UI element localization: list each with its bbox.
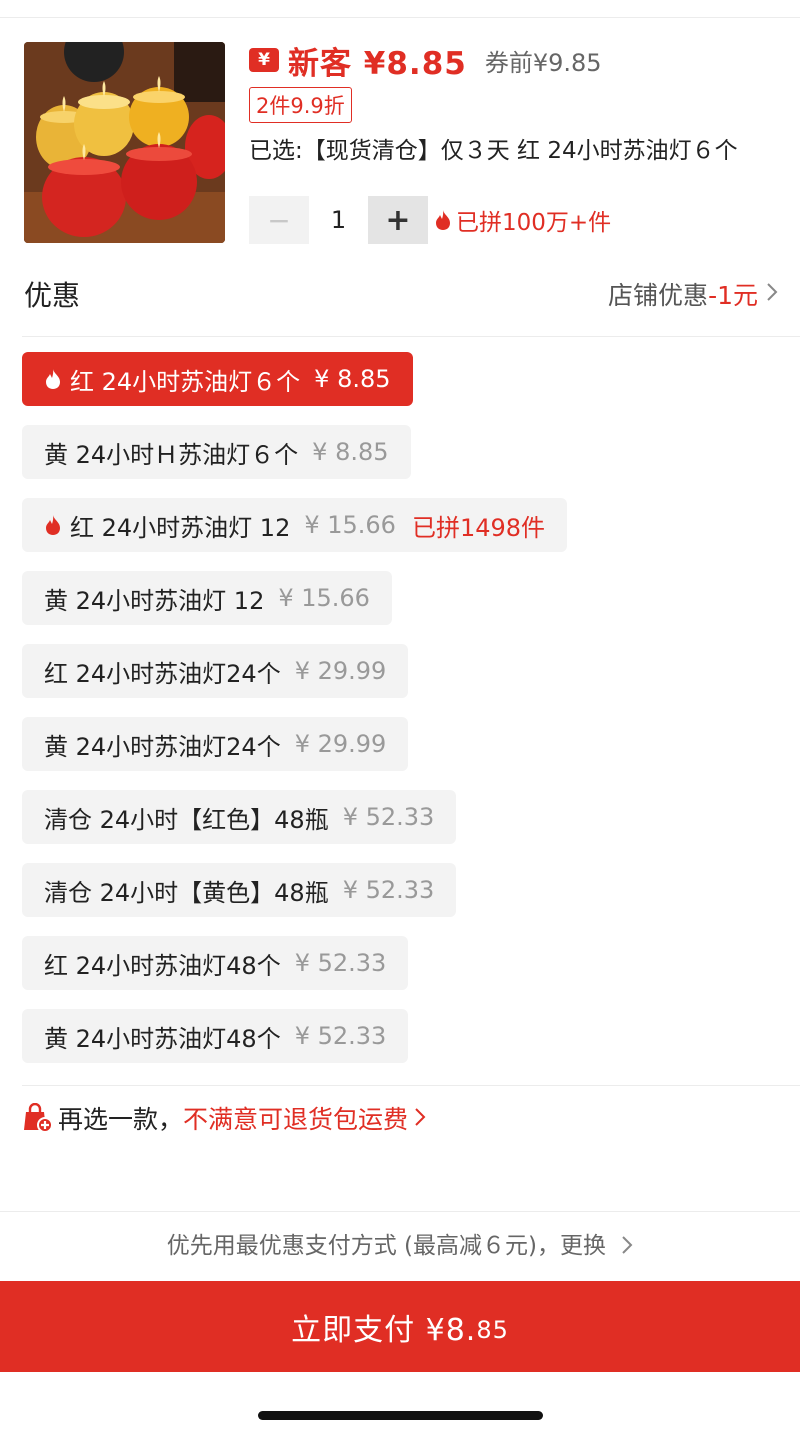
sku-option[interactable]: 黄 24小时苏油灯48个 ¥ 52.33 [22, 1009, 409, 1063]
sku-price: ¥ 52.33 [342, 876, 435, 904]
selected-variant-text: 已选:【现货清仓】仅３天 红 24小时苏油灯６个 [249, 138, 738, 164]
sku-label: 红 24小时苏油灯６个 [70, 367, 301, 396]
sku-option[interactable]: 红 24小时苏油灯48个 ¥ 52.33 [22, 936, 409, 990]
sku-option[interactable]: 红 24小时苏油灯６个 ¥ 8.85 [22, 352, 413, 406]
discount-tag: 2件9.9折 [249, 87, 352, 123]
store-discount-link[interactable]: 店铺优惠 -1元 [608, 276, 778, 312]
sku-price: ¥ 29.99 [294, 657, 387, 685]
sku-option[interactable]: 黄 24小时苏油灯 12 ¥ 15.66 [22, 571, 392, 625]
sku-label: 黄 24小时苏油灯24个 [44, 732, 281, 761]
payment-method-text: 优先用最优惠支付方式 (最高减６元)，更换 [166, 1233, 606, 1259]
sku-option[interactable]: 清仓 24小时【红色】48瓶 ¥ 52.33 [22, 790, 457, 844]
sku-price: ¥ 52.33 [294, 949, 387, 977]
sku-price: ¥ 8.85 [312, 438, 389, 466]
top-divider [0, 17, 800, 18]
pay-button-label: 立即支付 ¥8. [291, 1312, 477, 1348]
sold-count: 已拼100万+件 [434, 200, 611, 240]
sku-option[interactable]: 黄 24小时Ｈ苏油灯６个 ¥ 8.85 [22, 425, 411, 479]
payment-method-selector[interactable]: 优先用最优惠支付方式 (最高减６元)，更换 [0, 1226, 800, 1260]
shopping-bag-plus-icon [22, 1103, 52, 1133]
flame-icon [436, 210, 450, 230]
chevron-right-icon [414, 1104, 426, 1133]
sku-label: 黄 24小时Ｈ苏油灯６个 [44, 440, 299, 469]
sku-label: 黄 24小时苏油灯 12 [44, 586, 265, 615]
pay-now-button[interactable]: 立即支付 ¥8. 85 [0, 1281, 800, 1372]
sku-price: ¥ 52.33 [294, 1022, 387, 1050]
return-prefix: 再选一款， [58, 1105, 184, 1134]
quantity-decrease-button[interactable]: − [249, 196, 309, 244]
sku-label: 红 24小时苏油灯24个 [44, 659, 281, 688]
sku-price: ¥ 8.85 [314, 365, 391, 393]
flame-icon [44, 514, 62, 536]
new-customer-price: 新客 ¥8.85 [288, 45, 467, 82]
sku-option[interactable]: 清仓 24小时【黄色】48瓶 ¥ 52.33 [22, 863, 457, 917]
chevron-right-icon [766, 280, 778, 308]
sku-label: 红 24小时苏油灯 12 [70, 513, 291, 542]
payment-divider [0, 1211, 800, 1212]
sku-price: ¥ 52.33 [342, 803, 435, 831]
sku-price: ¥ 29.99 [294, 730, 387, 758]
flame-icon [44, 368, 62, 390]
sku-option[interactable]: 红 24小时苏油灯24个 ¥ 29.99 [22, 644, 409, 698]
quantity-value[interactable]: 1 [309, 196, 368, 244]
sku-label: 红 24小时苏油灯48个 [44, 951, 281, 980]
sku-label: 清仓 24小时【黄色】48瓶 [44, 878, 329, 907]
yen-badge-icon: ¥ [249, 48, 279, 72]
chevron-right-icon [621, 1233, 633, 1259]
product-image[interactable] [24, 42, 225, 243]
quantity-increase-button[interactable]: + [368, 196, 428, 244]
price-before-coupon: 券前¥9.85 [484, 48, 602, 77]
return-divider [22, 1085, 800, 1086]
sku-label: 黄 24小时苏油灯48个 [44, 1024, 281, 1053]
sku-label: 清仓 24小时【红色】48瓶 [44, 805, 329, 834]
return-link-text: 不满意可退货包运费 [183, 1105, 409, 1134]
sku-price: ¥ 15.66 [304, 511, 396, 539]
return-policy-link[interactable]: 再选一款， 不满意可退货包运费 [22, 1098, 426, 1138]
pay-button-cents: 85 [476, 1315, 509, 1344]
promo-title: 优惠 [24, 279, 81, 312]
price-row: ¥ 新客 ¥8.85 券前¥9.85 [249, 38, 602, 82]
sku-option[interactable]: 黄 24小时苏油灯24个 ¥ 29.99 [22, 717, 409, 771]
promo-divider [22, 336, 800, 337]
home-indicator[interactable] [258, 1411, 543, 1420]
sku-option[interactable]: 红 24小时苏油灯 12 ¥ 15.66 已拼1498件 [22, 498, 568, 552]
sku-sold-count: 已拼1498件 [411, 513, 546, 542]
candle-photo-icon [24, 42, 225, 243]
sku-price: ¥ 15.66 [278, 584, 370, 612]
